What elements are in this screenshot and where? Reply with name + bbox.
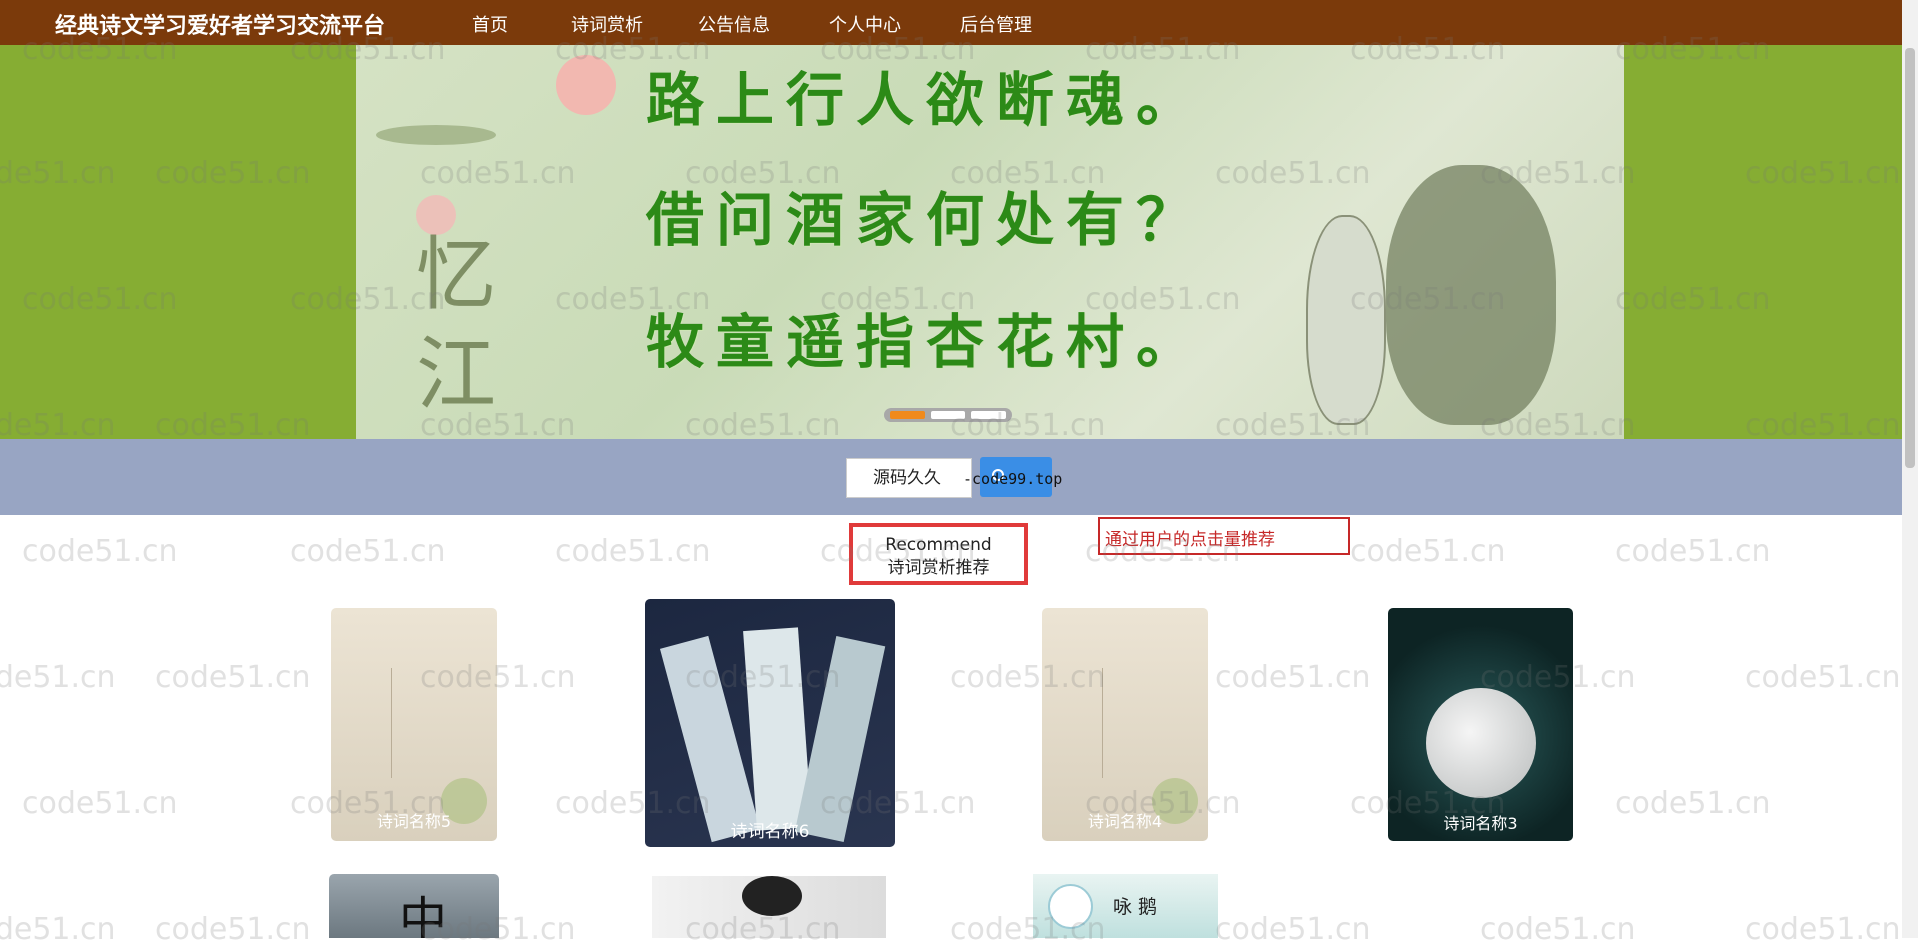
watermark-text: code51.cn	[0, 912, 116, 947]
search-input[interactable]: 源码久久	[846, 458, 972, 498]
watermark-text: code51.cn	[290, 534, 446, 569]
poem-card[interactable]: 中	[329, 874, 499, 938]
banner-poem-line: 牧童遥指杏花村。	[646, 308, 1207, 376]
poem-card-title: 诗词名称6	[730, 822, 810, 842]
card-illustration	[1102, 668, 1162, 778]
site-title[interactable]: 经典诗文学习爱好者学习交流平台	[55, 8, 385, 40]
watermark-text: code51.cn	[1745, 912, 1901, 947]
banner-carousel: 忆江 路上行人欲断魂。 借问酒家何处有？ 牧童遥指杏花村。	[0, 45, 1902, 439]
poem-card[interactable]: 诗词名称5	[331, 608, 497, 841]
branch-decoration	[376, 125, 496, 145]
nav-item-personal-center[interactable]: 个人中心	[829, 11, 901, 37]
banner-image[interactable]: 忆江 路上行人欲断魂。 借问酒家何处有？ 牧童遥指杏花村。	[356, 45, 1624, 439]
recommend-heading: Recommend 诗词赏析推荐	[849, 523, 1028, 585]
watermark-text: code51.cn	[1615, 534, 1771, 569]
calligraphy-decoration: 忆江	[416, 228, 496, 421]
nav-item-announcements[interactable]: 公告信息	[698, 11, 770, 37]
card-illustration	[794, 635, 886, 843]
nav-item-poetry-appreciation[interactable]: 诗词赏析	[571, 11, 643, 37]
poem-card[interactable]	[652, 876, 886, 938]
top-nav-bar: 经典诗文学习爱好者学习交流平台 首页 诗词赏析 公告信息 个人中心 后台管理	[0, 0, 1902, 45]
recommend-title-cn: 诗词赏析推荐	[887, 558, 990, 578]
watermark-text: code51.cn	[155, 912, 311, 947]
banner-poem-line: 借问酒家何处有？	[646, 186, 1207, 254]
carousel-dot[interactable]	[930, 411, 966, 419]
banner-poem-line: 路上行人欲断魂。	[646, 66, 1207, 134]
poem-card-title: 诗词名称4	[1087, 812, 1163, 831]
poem-card[interactable]: 诗词名称4	[1042, 608, 1208, 841]
carousel-dot[interactable]	[971, 411, 1007, 419]
poem-card[interactable]: 咏 鹅	[1033, 874, 1218, 938]
moon-illustration	[1426, 688, 1536, 798]
poem-card-title: 诗词名称5	[376, 812, 452, 831]
card-illustration	[742, 876, 802, 916]
carousel-dot[interactable]	[890, 411, 925, 419]
figure-decoration	[1386, 165, 1556, 425]
card-calligraphy: 中	[399, 892, 448, 938]
recommend-note[interactable]: 通过用户的点击量推荐	[1098, 517, 1350, 555]
search-bar: 源码久久 -code99.top	[0, 439, 1902, 515]
watermark-text: code51.cn	[155, 660, 311, 695]
figure-decoration	[1306, 215, 1386, 425]
watermark-text: code51.cn	[1215, 660, 1371, 695]
nav-item-admin[interactable]: 后台管理	[960, 11, 1032, 37]
search-overlay-text: -code99.top	[963, 470, 1063, 488]
card-title-text: 咏 鹅	[1113, 896, 1158, 918]
blossom-decoration	[556, 55, 616, 115]
watermark-text: code51.cn	[1745, 660, 1901, 695]
poem-card[interactable]: 诗词名称3	[1388, 608, 1573, 841]
scrollbar-thumb[interactable]	[1905, 48, 1915, 468]
watermark-text: code51.cn	[1215, 912, 1371, 947]
watermark-text: code51.cn	[22, 534, 178, 569]
card-illustration	[391, 668, 451, 778]
watermark-text: code51.cn	[0, 660, 116, 695]
recommend-title-en: Recommend	[885, 535, 992, 555]
poem-card-title: 诗词名称3	[1443, 814, 1518, 833]
watermark-text: code51.cn	[1480, 912, 1636, 947]
watermark-text: code51.cn	[1350, 534, 1506, 569]
watermark-text: code51.cn	[1615, 786, 1771, 821]
poem-card[interactable]: 诗词名称6	[645, 599, 895, 847]
goose-illustration	[1048, 884, 1093, 929]
watermark-text: code51.cn	[555, 534, 711, 569]
carousel-indicators	[884, 408, 1012, 422]
nav-item-home[interactable]: 首页	[472, 11, 508, 37]
watermark-text: code51.cn	[22, 786, 178, 821]
